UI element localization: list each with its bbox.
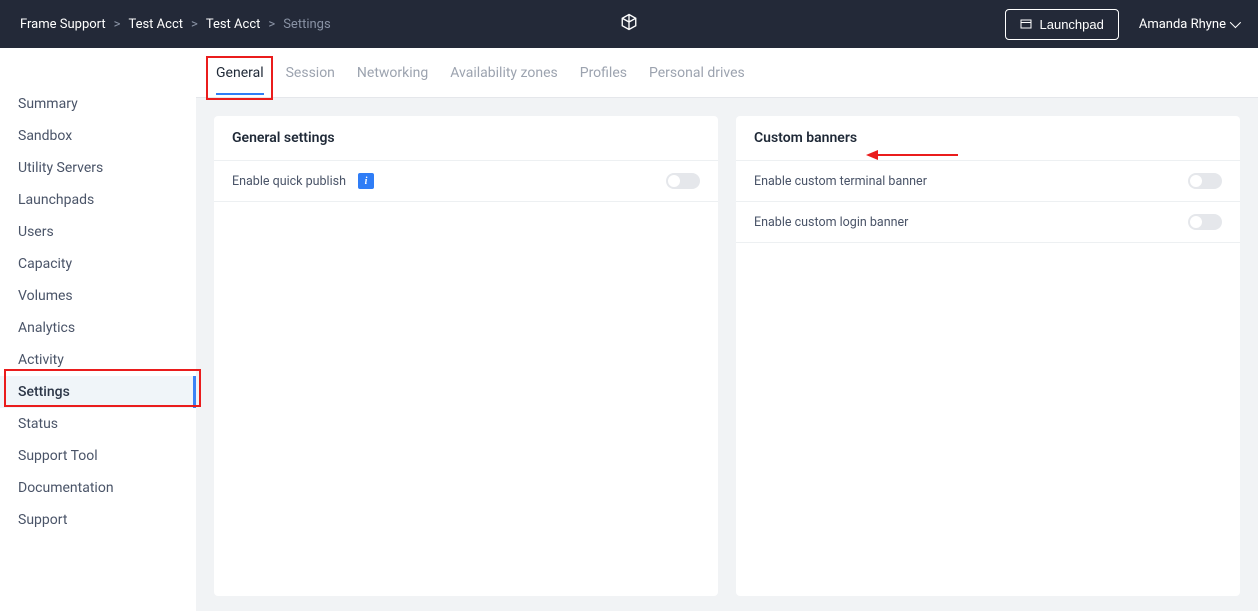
breadcrumb-current: Settings — [283, 17, 330, 32]
sidebar-item-summary[interactable]: Summary — [0, 88, 196, 120]
sidebar-item-volumes[interactable]: Volumes — [0, 280, 196, 312]
sidebar-item-support[interactable]: Support — [0, 504, 196, 536]
breadcrumb-item-2[interactable]: Test Acct — [206, 17, 261, 32]
sidebar-item-activity[interactable]: Activity — [0, 344, 196, 376]
enable-custom-login-banner-row: Enable custom login banner — [736, 202, 1240, 243]
enable-quick-publish-row: Enable quick publish i — [214, 161, 718, 202]
main-content: General Session Networking Availability … — [196, 48, 1258, 611]
launchpad-button[interactable]: Launchpad — [1005, 9, 1119, 40]
breadcrumb-item-1[interactable]: Test Acct — [128, 17, 183, 32]
sidebar-item-users[interactable]: Users — [0, 216, 196, 248]
info-icon[interactable]: i — [358, 173, 374, 189]
cube-icon — [620, 13, 638, 31]
header-right: Launchpad Amanda Rhyne — [1005, 9, 1239, 40]
enable-custom-login-banner-toggle[interactable] — [1188, 214, 1222, 230]
row-label: Enable custom terminal banner — [754, 174, 927, 189]
breadcrumb-separator: > — [191, 17, 198, 32]
row-label-text: Enable custom login banner — [754, 215, 908, 230]
sidebar-item-sandbox[interactable]: Sandbox — [0, 120, 196, 152]
row-label-text: Enable quick publish — [232, 174, 346, 189]
sidebar: Summary Sandbox Utility Servers Launchpa… — [0, 48, 196, 611]
sidebar-item-launchpads[interactable]: Launchpads — [0, 184, 196, 216]
row-label-text: Enable custom terminal banner — [754, 174, 927, 189]
breadcrumb-item-0[interactable]: Frame Support — [20, 17, 106, 32]
row-label: Enable quick publish i — [232, 173, 374, 189]
sidebar-item-utility-servers[interactable]: Utility Servers — [0, 152, 196, 184]
tab-personal-drives[interactable]: Personal drives — [649, 51, 745, 95]
sidebar-item-status[interactable]: Status — [0, 408, 196, 440]
toggle-knob — [1190, 216, 1202, 228]
enable-quick-publish-toggle[interactable] — [666, 173, 700, 189]
tab-session[interactable]: Session — [286, 51, 335, 95]
chevron-down-icon — [1230, 17, 1241, 28]
content-area: Summary Sandbox Utility Servers Launchpa… — [0, 48, 1258, 611]
enable-custom-terminal-banner-row: Enable custom terminal banner — [736, 161, 1240, 202]
sidebar-item-documentation[interactable]: Documentation — [0, 472, 196, 504]
panels: General settings Enable quick publish i … — [196, 98, 1258, 614]
toggle-knob — [1190, 175, 1202, 187]
tab-general[interactable]: General — [216, 51, 264, 95]
tab-networking[interactable]: Networking — [357, 51, 428, 95]
sidebar-item-support-tool[interactable]: Support Tool — [0, 440, 196, 472]
custom-banners-panel: Custom banners Enable custom terminal ba… — [736, 116, 1240, 596]
sidebar-item-analytics[interactable]: Analytics — [0, 312, 196, 344]
launchpad-label: Launchpad — [1040, 17, 1104, 32]
panel-title: General settings — [232, 130, 335, 146]
tab-profiles[interactable]: Profiles — [580, 51, 627, 95]
general-settings-panel: General settings Enable quick publish i — [214, 116, 718, 596]
header-logo[interactable] — [620, 13, 638, 35]
window-icon — [1020, 18, 1032, 30]
toggle-knob — [668, 175, 680, 187]
panel-title: Custom banners — [754, 130, 857, 146]
panel-header: General settings — [214, 116, 718, 161]
breadcrumb-separator: > — [114, 17, 121, 32]
top-header: Frame Support > Test Acct > Test Acct > … — [0, 0, 1258, 48]
sidebar-item-settings[interactable]: Settings — [0, 376, 196, 408]
row-label: Enable custom login banner — [754, 215, 908, 230]
enable-custom-terminal-banner-toggle[interactable] — [1188, 173, 1222, 189]
breadcrumb-separator: > — [268, 17, 275, 32]
tabs: General Session Networking Availability … — [196, 48, 1258, 98]
breadcrumb: Frame Support > Test Acct > Test Acct > … — [20, 17, 1005, 32]
user-name: Amanda Rhyne — [1139, 17, 1226, 32]
user-menu[interactable]: Amanda Rhyne — [1139, 17, 1238, 32]
panel-header: Custom banners — [736, 116, 1240, 161]
sidebar-item-capacity[interactable]: Capacity — [0, 248, 196, 280]
tab-availability-zones[interactable]: Availability zones — [450, 51, 557, 95]
